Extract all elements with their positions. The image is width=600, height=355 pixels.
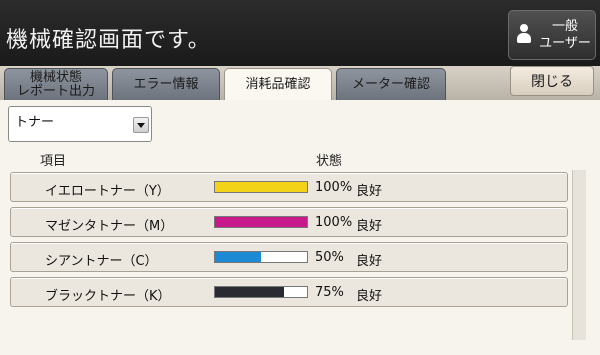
tab-consumables[interactable]: 消耗品確認 [224,68,332,101]
toner-level-fill [215,217,307,227]
scrollbar[interactable] [572,170,586,340]
toner-row: ブラックトナー（K） 75% 良好 [10,277,568,307]
toner-percent: 75% [315,285,344,300]
toner-name: イエロートナー（Y） [45,184,170,199]
toner-state: 良好 [356,184,383,199]
close-button[interactable]: 閉じる [510,66,594,96]
toner-state: 良好 [356,219,383,234]
consumable-type-select[interactable]: トナー [8,106,152,142]
toner-state: 良好 [356,289,383,304]
tab-meter-check[interactable]: メーター確認 [336,68,446,100]
toner-row: シアントナー（C） 50% 良好 [10,242,568,272]
screen-title: 機械確認画面です。 [6,28,211,53]
toner-name: ブラックトナー（K） [45,289,171,304]
toner-name: シアントナー（C） [45,254,158,269]
tab-bar: 機械状態 レポート出力 エラー情報 消耗品確認 メーター確認 閉じる [0,66,600,101]
toner-row: マゼンタトナー（M） 100% 良好 [10,207,568,237]
toner-level-bar [214,181,308,193]
toner-level-fill [215,252,261,262]
column-header-status: 状態 [316,154,343,169]
toner-percent: 100% [315,215,353,230]
consumable-type-value: トナー [15,115,55,130]
user-mode-label: 一般 ユーザー [539,19,591,51]
toner-level-bar [214,251,308,263]
toner-name: マゼンタトナー（M） [45,219,174,234]
toner-percent: 100% [315,180,353,195]
chevron-down-icon[interactable] [133,117,149,133]
toner-state: 良好 [356,254,383,269]
tab-error-info[interactable]: エラー情報 [112,68,220,100]
tab-machine-status-report[interactable]: 機械状態 レポート出力 [4,68,108,100]
user-mode-button[interactable]: 一般 ユーザー [508,10,596,60]
consumables-panel: トナー 項目 状態 イエロートナー（Y） 100% 良好 マゼンタトナー（M） … [0,100,600,355]
toner-level-bar [214,286,308,298]
column-header-item: 項目 [40,154,67,169]
user-icon [517,24,531,44]
title-bar: 機械確認画面です。 一般 ユーザー [0,0,600,66]
toner-percent: 50% [315,250,344,265]
toner-level-fill [215,287,284,297]
toner-level-fill [215,182,307,192]
toner-row: イエロートナー（Y） 100% 良好 [10,172,568,202]
toner-level-bar [214,216,308,228]
